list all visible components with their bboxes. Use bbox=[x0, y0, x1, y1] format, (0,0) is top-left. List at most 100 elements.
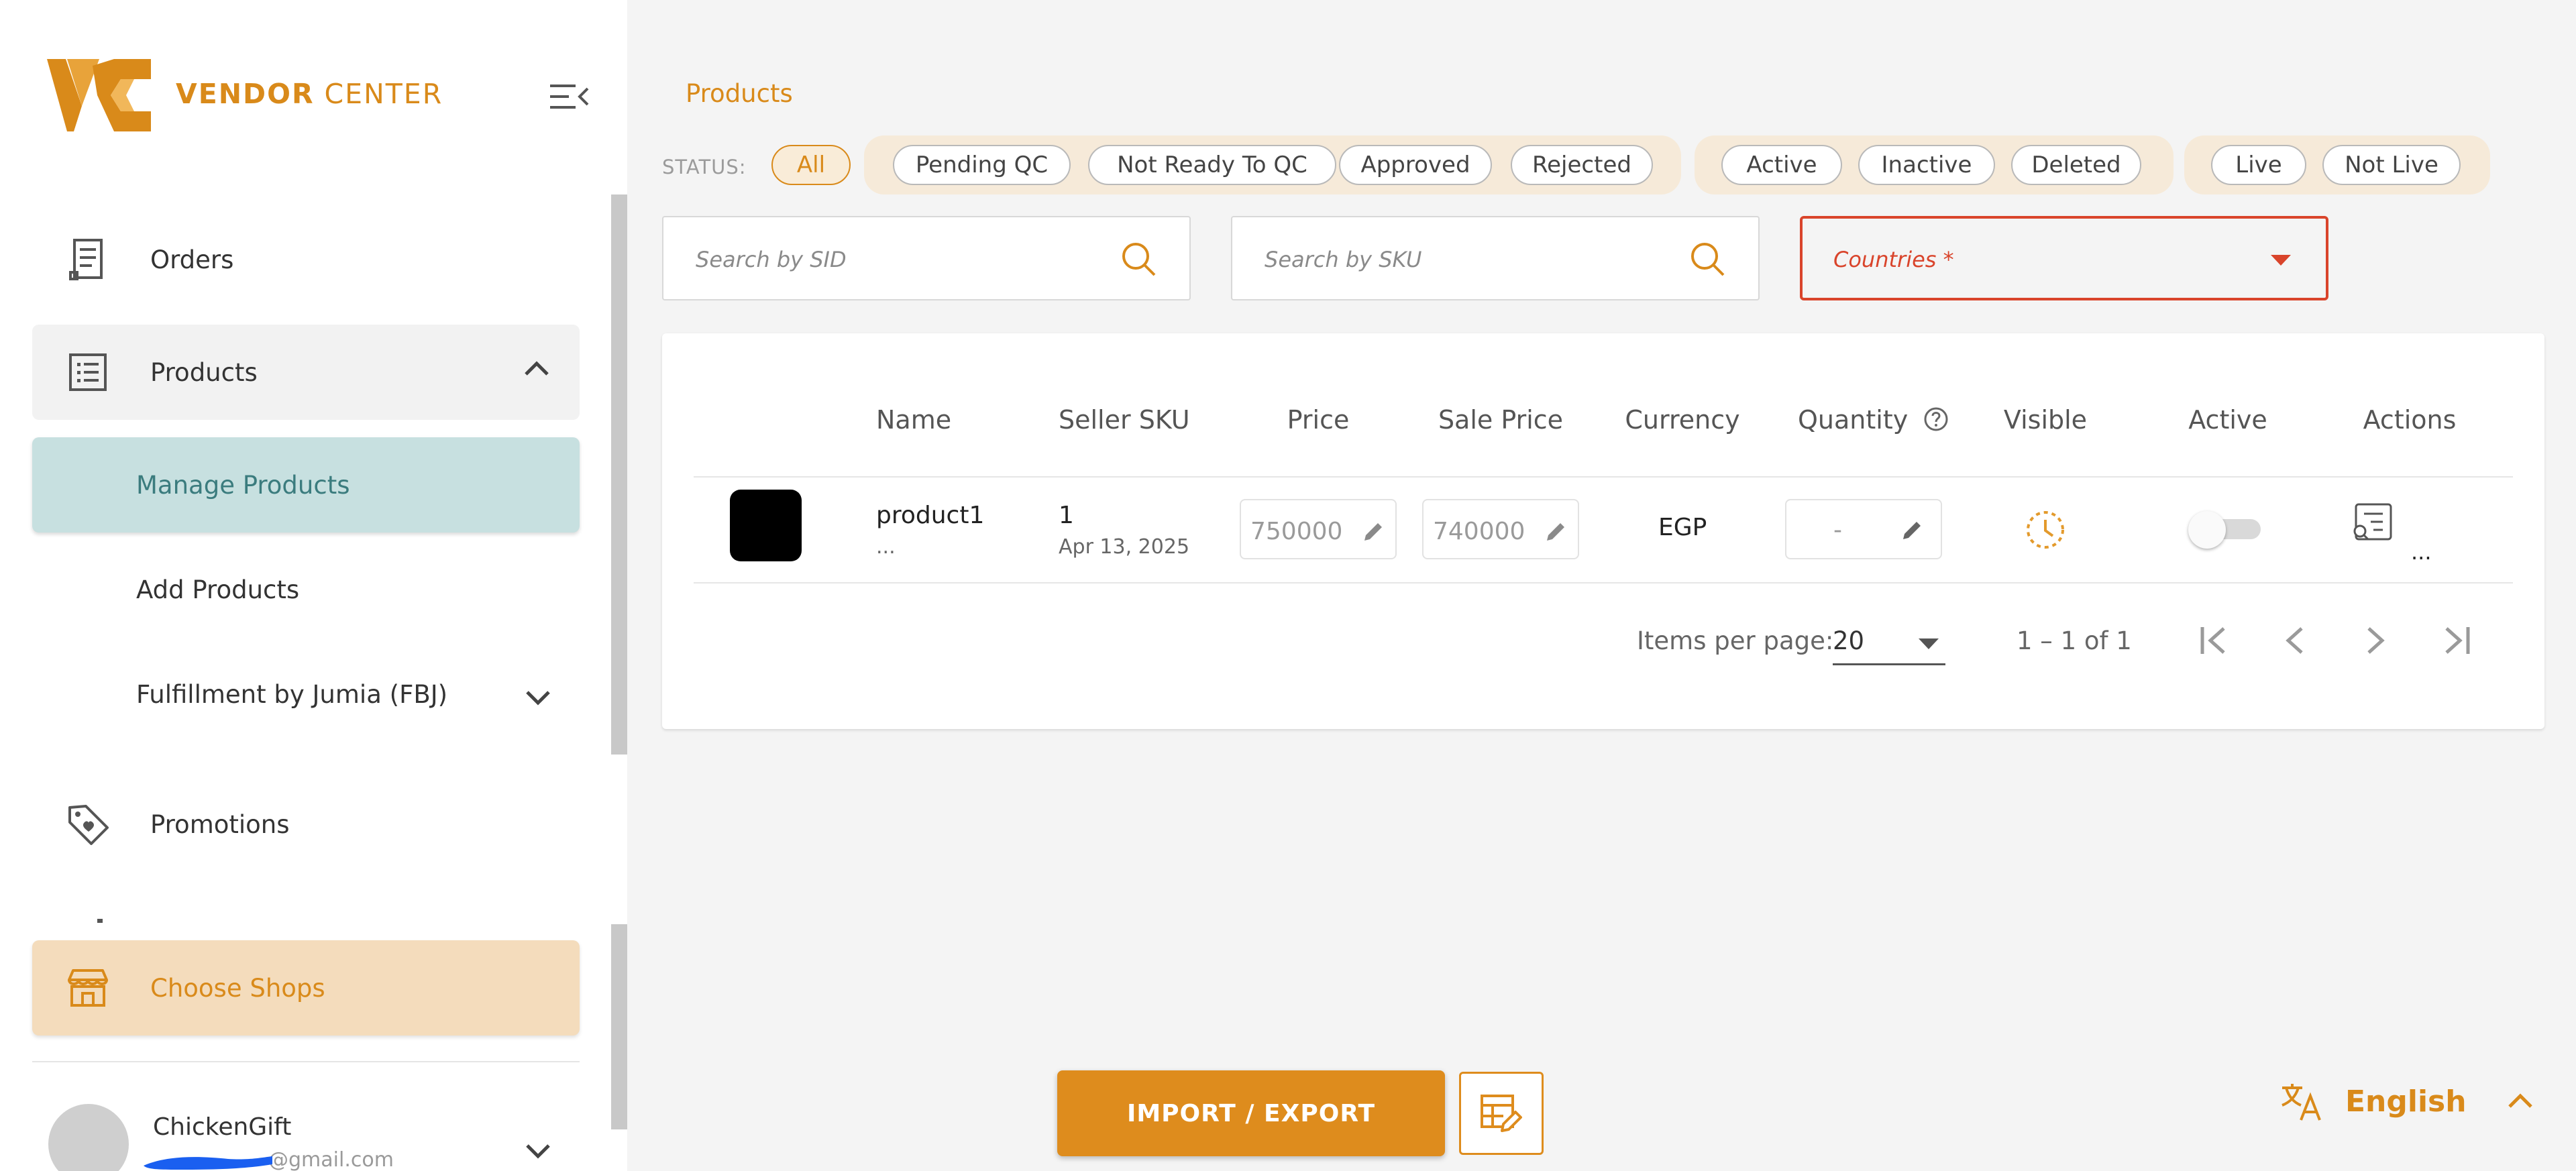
filter-chip-inactive[interactable]: Inactive bbox=[1858, 145, 1995, 185]
column-header-currency[interactable]: Currency bbox=[1625, 405, 1739, 435]
column-header-visible[interactable]: Visible bbox=[2004, 405, 2087, 435]
quantity-header-label: Quantity bbox=[1798, 405, 1909, 435]
product-thumbnail[interactable] bbox=[730, 490, 802, 561]
pending-clock-icon bbox=[2027, 511, 2064, 549]
sidebar: VENDOR CENTER Orders Products Manage Pro… bbox=[0, 0, 627, 1171]
sidebar-scrollbar-thumb-lower[interactable] bbox=[611, 924, 627, 1129]
filter-chip-active[interactable]: Active bbox=[1721, 145, 1842, 185]
active-toggle[interactable] bbox=[2188, 511, 2263, 549]
filter-chip-not-live[interactable]: Not Live bbox=[2322, 145, 2461, 185]
column-header-seller-sku[interactable]: Seller SKU bbox=[1059, 405, 1190, 435]
column-header-actions[interactable]: Actions bbox=[2363, 405, 2457, 435]
help-icon[interactable] bbox=[1923, 406, 1949, 433]
countries-placeholder: Countries * bbox=[1833, 247, 1954, 272]
user-menu-chevron-icon[interactable] bbox=[523, 1140, 553, 1160]
sidebar-item-products[interactable]: Products bbox=[32, 325, 580, 420]
next-page-button[interactable] bbox=[2352, 617, 2399, 664]
filter-chip-approved[interactable]: Approved bbox=[1339, 145, 1492, 185]
quantity-value: - bbox=[1833, 516, 1842, 544]
items-per-page-select[interactable]: 20 bbox=[1833, 617, 1945, 665]
chevron-left-icon bbox=[2286, 627, 2303, 654]
import-export-button[interactable]: IMPORT / EXPORT bbox=[1057, 1070, 1445, 1156]
items-per-page-value: 20 bbox=[1833, 626, 1865, 655]
countries-select[interactable]: Countries * bbox=[1800, 216, 2328, 300]
chevron-up-icon[interactable] bbox=[522, 358, 551, 378]
last-page-icon bbox=[2445, 627, 2470, 654]
column-header-sale-price[interactable]: Sale Price bbox=[1438, 405, 1563, 435]
hidden-nav-item-fragment bbox=[97, 919, 103, 923]
seller-sku: 1 bbox=[1059, 502, 1074, 529]
sale-price-value: 740000 bbox=[1433, 518, 1525, 545]
last-page-button[interactable] bbox=[2432, 617, 2479, 664]
column-header-name[interactable]: Name bbox=[876, 405, 951, 435]
language-label: English bbox=[2345, 1084, 2467, 1119]
user-email: @gmail.com bbox=[268, 1148, 394, 1171]
page-range: 1 – 1 of 1 bbox=[2017, 626, 2132, 655]
breadcrumb-products[interactable]: Products bbox=[686, 79, 793, 108]
list-icon bbox=[64, 349, 111, 396]
header-divider bbox=[694, 476, 2513, 478]
sidebar-item-promotions-label: Promotions bbox=[150, 810, 290, 839]
sale-price-field[interactable]: 740000 bbox=[1422, 499, 1579, 559]
sidebar-item-add-products[interactable]: Add Products bbox=[136, 575, 299, 604]
vendor-center-logo[interactable] bbox=[47, 59, 151, 131]
sidebar-item-orders-label: Orders bbox=[150, 245, 234, 274]
bulk-edit-button[interactable] bbox=[1459, 1072, 1544, 1155]
first-page-icon bbox=[2200, 627, 2225, 654]
currency-value: EGP bbox=[1658, 514, 1707, 541]
edit-pencil-icon[interactable] bbox=[1544, 519, 1568, 543]
row-divider bbox=[694, 582, 2513, 583]
filter-chip-rejected[interactable]: Rejected bbox=[1511, 145, 1653, 185]
sidebar-item-promotions[interactable]: Promotions bbox=[32, 777, 580, 872]
filter-chip-all[interactable]: All bbox=[771, 145, 851, 185]
language-switcher[interactable]: English bbox=[2279, 1074, 2534, 1128]
choose-shops-button[interactable]: Choose Shops bbox=[32, 940, 580, 1036]
receipt-icon bbox=[64, 236, 111, 283]
filter-chip-not-ready-to-qc[interactable]: Not Ready To QC bbox=[1088, 145, 1336, 185]
filter-chip-deleted[interactable]: Deleted bbox=[2011, 145, 2141, 185]
redaction-scribble bbox=[144, 1156, 272, 1170]
search-icon[interactable] bbox=[1120, 240, 1159, 279]
filter-chip-live[interactable]: Live bbox=[2211, 145, 2306, 185]
column-header-active[interactable]: Active bbox=[2188, 405, 2267, 435]
search-sid-input[interactable]: Search by SID bbox=[662, 216, 1191, 300]
tag-heart-icon bbox=[64, 801, 111, 848]
price-field[interactable]: 750000 bbox=[1240, 499, 1397, 559]
collapse-menu-icon[interactable] bbox=[550, 82, 589, 111]
user-name: ChickenGift bbox=[153, 1113, 292, 1141]
status-filter-label: STATUS: bbox=[662, 156, 747, 178]
product-name-more: ... bbox=[876, 535, 896, 559]
search-sku-input[interactable]: Search by SKU bbox=[1231, 216, 1760, 300]
created-date: Apr 13, 2025 bbox=[1059, 535, 1190, 559]
search-icon[interactable] bbox=[1688, 240, 1727, 279]
previous-page-button[interactable] bbox=[2271, 617, 2318, 664]
store-icon bbox=[64, 964, 111, 1011]
sidebar-item-fbj[interactable]: Fulfillment by Jumia (FBJ) bbox=[136, 680, 447, 709]
product-name[interactable]: product1 bbox=[876, 502, 984, 529]
filter-chip-pending-qc[interactable]: Pending QC bbox=[893, 145, 1071, 185]
quantity-field[interactable]: - bbox=[1785, 499, 1942, 559]
items-per-page-label: Items per page: bbox=[1637, 626, 1834, 655]
sidebar-item-orders[interactable]: Orders bbox=[32, 212, 580, 307]
chevron-down-icon[interactable] bbox=[523, 687, 553, 707]
sidebar-item-manage-products[interactable]: Manage Products bbox=[32, 437, 580, 533]
sidebar-scrollbar-thumb[interactable] bbox=[611, 194, 627, 755]
search-sku-placeholder: Search by SKU bbox=[1265, 247, 1422, 272]
more-actions[interactable]: ... bbox=[2411, 539, 2432, 565]
translate-icon bbox=[2282, 1084, 2321, 1121]
table-edit-icon bbox=[1481, 1095, 1522, 1132]
edit-pencil-icon[interactable] bbox=[1900, 518, 1925, 542]
first-page-button[interactable] bbox=[2191, 617, 2238, 664]
manage-products-label: Manage Products bbox=[136, 470, 350, 500]
dropdown-caret-icon bbox=[1919, 638, 1939, 649]
brand-name: VENDOR CENTER bbox=[176, 78, 443, 110]
edit-pencil-icon[interactable] bbox=[1362, 519, 1386, 543]
view-details-icon[interactable] bbox=[2351, 502, 2395, 545]
dropdown-caret-icon bbox=[2271, 255, 2291, 266]
chevron-right-icon bbox=[2367, 627, 2385, 654]
sidebar-item-products-label: Products bbox=[150, 357, 258, 387]
column-header-price[interactable]: Price bbox=[1287, 405, 1350, 435]
choose-shops-label: Choose Shops bbox=[150, 973, 325, 1003]
avatar[interactable] bbox=[48, 1104, 129, 1171]
column-header-quantity[interactable]: Quantity bbox=[1798, 405, 1949, 435]
